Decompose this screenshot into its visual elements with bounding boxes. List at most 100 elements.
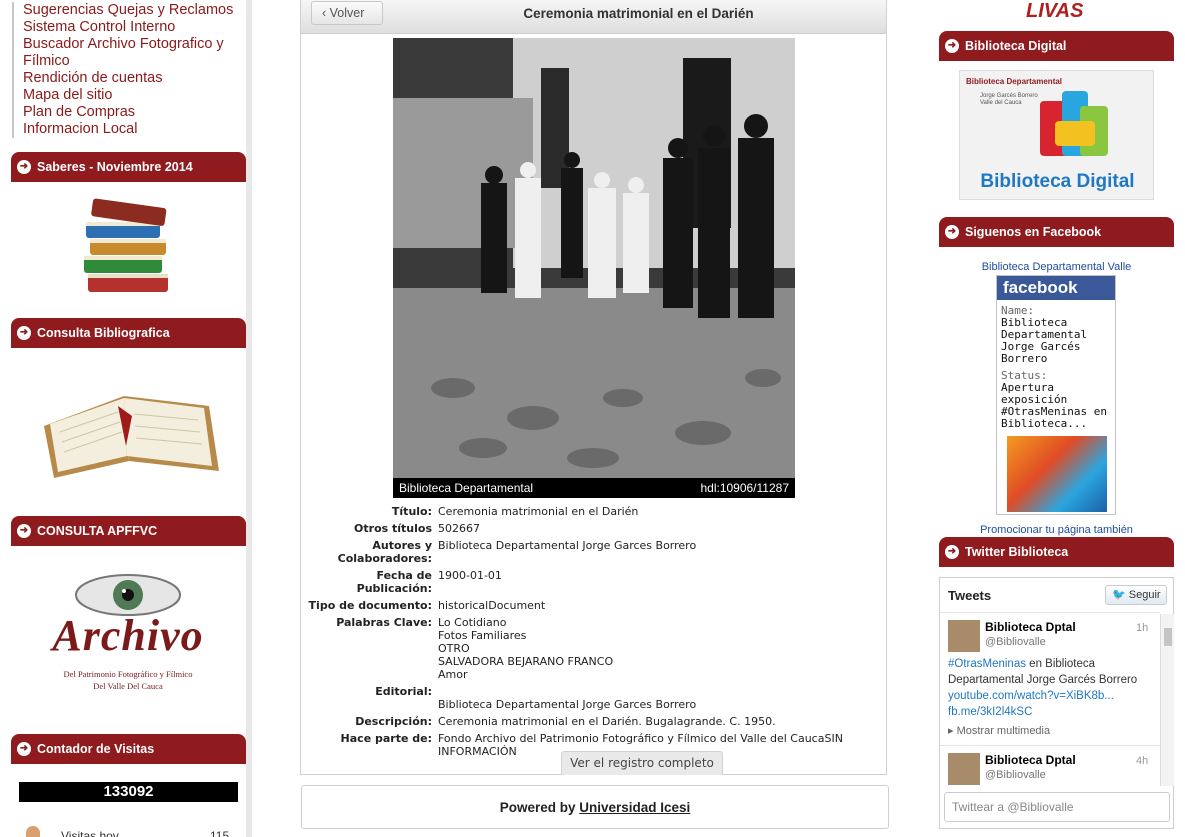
metadata-value-line: SALVADORA BEJARANO FRANCO: [438, 655, 614, 668]
archivo-subtitle-1: Del Patrimonio Fotográfico y Fílmico: [63, 669, 193, 679]
tweets-scrollbar[interactable]: [1160, 614, 1174, 786]
section-twitter-header: ➜ Twitter Biblioteca: [939, 537, 1174, 567]
nav-link-buscador-line1: Buscador Archivo Fotografico y: [23, 36, 224, 52]
back-button[interactable]: ‹ Volver: [311, 1, 383, 25]
show-media-label: Mostrar multimedia: [956, 725, 1051, 737]
metadata-value: Biblioteca Departamental Jorge Garces Bo…: [438, 685, 883, 711]
section-title: Biblioteca Digital: [965, 39, 1067, 53]
section-title: Twitter Biblioteca: [965, 545, 1069, 559]
nav-link-mapa[interactable]: Mapa del sitio: [12, 87, 246, 104]
view-full-record-button[interactable]: Ver el registro completo: [561, 751, 723, 775]
main-content: ‹ Volver Ceremonia matrimonial en el Dar…: [252, 0, 936, 837]
record-metadata: Título: Ceremonia matrimonial en el Darié…: [303, 505, 883, 762]
tweet-hashtag[interactable]: #OtrasMeninas: [948, 658, 1026, 670]
archivo-subtitle-2: Del Valle Del Cauca: [93, 681, 163, 691]
metadata-value-line: historicalDocument: [438, 599, 546, 612]
metadata-value-line: Ceremonia matrimonial en el Darién. Buga…: [438, 715, 776, 728]
fb-profile-image: [1007, 436, 1107, 512]
record-title: Ceremonia matrimonial en el Darién: [523, 6, 754, 21]
section-title: CONSULTA APFFVC: [37, 524, 158, 538]
section-consulta-bib-header: ➜ Consulta Bibliografica: [11, 318, 246, 348]
metadata-row: Descripción: Ceremonia matrimonial en el …: [303, 715, 883, 728]
powered-by-footer: Powered by Universidad Icesi: [301, 785, 889, 829]
nav-link-sugerencias[interactable]: Sugerencias Quejas y Reclamos: [12, 2, 246, 19]
nav-link-compras[interactable]: Plan de Compras: [12, 104, 246, 121]
metadata-value-line: Amor: [438, 668, 468, 681]
arrow-right-icon: ➜: [17, 742, 31, 756]
metadata-value: 1900-01-01: [438, 569, 883, 595]
follow-label: Seguir: [1128, 589, 1161, 601]
metadata-label: Descripción:: [355, 715, 432, 728]
metadata-value-line: 1900-01-01: [438, 569, 502, 582]
left-nav: Sugerencias Quejas y Reclamos Sistema Co…: [12, 2, 246, 138]
metadata-label: Título:: [391, 505, 432, 518]
universidad-icesi-link[interactable]: Universidad Icesi: [579, 800, 690, 815]
metadata-row: Editorial: Biblioteca Departamental Jorge…: [303, 685, 883, 711]
arrow-right-icon: ➜: [945, 39, 959, 53]
follow-button[interactable]: 🐦 Seguir: [1105, 585, 1167, 605]
facebook-page-link[interactable]: Biblioteca Departamental Valle: [936, 261, 1177, 273]
tweet-text: #OtrasMeninas en Biblioteca Departamenta…: [948, 656, 1153, 720]
tweet-input[interactable]: Twittear a @Bibliovalle: [944, 792, 1170, 822]
visits-today-label: Visitas hoy: [61, 829, 119, 837]
nav-link-buscador-line2: Fílmico: [23, 53, 70, 69]
section-title: Contador de Visitas: [37, 742, 155, 756]
nav-link-control-interno[interactable]: Sistema Control Interno: [12, 19, 246, 36]
metadata-row: Otros títulos 502667: [303, 522, 883, 535]
metadata-label: Otros títulos: [354, 522, 432, 535]
metadata-row: Palabras Clave: Lo Cotidiano Fotos Familia…: [303, 616, 883, 681]
nav-link-informacion-local[interactable]: Informacion Local: [12, 121, 246, 138]
tweet-author-name[interactable]: Biblioteca Dptal: [985, 620, 1076, 634]
metadata-value-line: Lo Cotidiano: [438, 616, 507, 629]
twitter-bird-icon: 🐦: [1112, 589, 1126, 601]
metadata-value-line: Biblioteca Departamental Jorge Garces Bo…: [438, 698, 697, 711]
nav-link-rendicion[interactable]: Rendición de cuentas: [12, 70, 246, 87]
section-facebook-header: ➜ Siguenos en Facebook: [939, 217, 1174, 247]
visit-counter: 133092: [19, 782, 238, 802]
archivo-wordmark: Archivo: [52, 611, 204, 660]
tweet-link-fb[interactable]: fb.me/3kI2l4kSC: [948, 706, 1032, 718]
metadata-value: Ceremonia matrimonial en el Darién. Buga…: [438, 715, 883, 728]
tweet-author-name[interactable]: Biblioteca Dptal: [985, 753, 1076, 767]
fb-promote-link[interactable]: Promocionar tu página también: [936, 524, 1177, 536]
play-icon: ▸: [948, 725, 954, 737]
books-stack-image[interactable]: [80, 196, 178, 300]
livas-logo[interactable]: LIVAS: [1026, 0, 1083, 23]
bd-logo-text: Biblioteca Digital: [980, 171, 1135, 192]
visits-today-value: 115: [210, 829, 230, 837]
metadata-value-line: OTRO: [438, 642, 470, 655]
facebook-badge[interactable]: facebook Name: Biblioteca Departamental …: [996, 275, 1116, 515]
scrollbar-thumb[interactable]: [1164, 628, 1172, 646]
tweet-time[interactable]: 1h: [1136, 622, 1148, 634]
powered-by-label: Powered by: [499, 800, 576, 815]
metadata-value-line: Fondo Archivo del Patrimonio Fotográfico…: [438, 732, 843, 745]
section-biblioteca-digital-header: ➜ Biblioteca Digital: [939, 31, 1174, 61]
twitter-widget: Tweets 🐦 Seguir Biblioteca Dptal 1h @Bib…: [939, 577, 1174, 829]
section-title: Saberes - Noviembre 2014: [37, 160, 193, 174]
bd-logo-top: Biblioteca Departamental: [966, 77, 1063, 86]
arrow-right-icon: ➜: [17, 524, 31, 538]
nav-link-buscador[interactable]: Buscador Archivo Fotografico y Fílmico: [12, 36, 246, 70]
metadata-row: Autores y Colaboradores: Biblioteca Depar…: [303, 539, 883, 565]
metadata-value-line: [438, 685, 883, 698]
show-media-link[interactable]: ▸ Mostrar multimedia: [948, 724, 1050, 737]
chevron-left-icon: ‹: [322, 6, 327, 20]
tweet-avatar[interactable]: [948, 620, 980, 652]
metadata-label: Autores y Colaboradores:: [337, 539, 432, 565]
biblioteca-digital-banner[interactable]: Biblioteca Departamental Jorge Garcés Bo…: [959, 70, 1154, 200]
metadata-label: Palabras Clave:: [336, 616, 432, 629]
section-contador-header: ➜ Contador de Visitas: [11, 734, 246, 764]
arrow-right-icon: ➜: [945, 545, 959, 559]
tweet-time[interactable]: 4h: [1136, 755, 1148, 767]
metadata-row: Título: Ceremonia matrimonial en el Darié…: [303, 505, 883, 518]
tweet-handle[interactable]: @Bibliovalle: [985, 769, 1046, 781]
bd-colorful-logo: [1040, 91, 1115, 161]
tweet-avatar[interactable]: [948, 753, 980, 785]
record-photo[interactable]: Biblioteca Departamental hdl:10906/11287: [393, 38, 795, 498]
metadata-value: Ceremonia matrimonial en el Darién: [438, 505, 883, 518]
open-book-image[interactable]: [34, 376, 224, 482]
archivo-logo[interactable]: Archivo Del Patrimonio Fotográfico y Fíl…: [38, 565, 218, 695]
metadata-value-line: Fotos Familiares: [438, 629, 527, 642]
tweet-handle[interactable]: @Bibliovalle: [985, 636, 1046, 648]
tweet-link-youtube[interactable]: youtube.com/watch?v=XiBK8b...: [948, 690, 1114, 702]
